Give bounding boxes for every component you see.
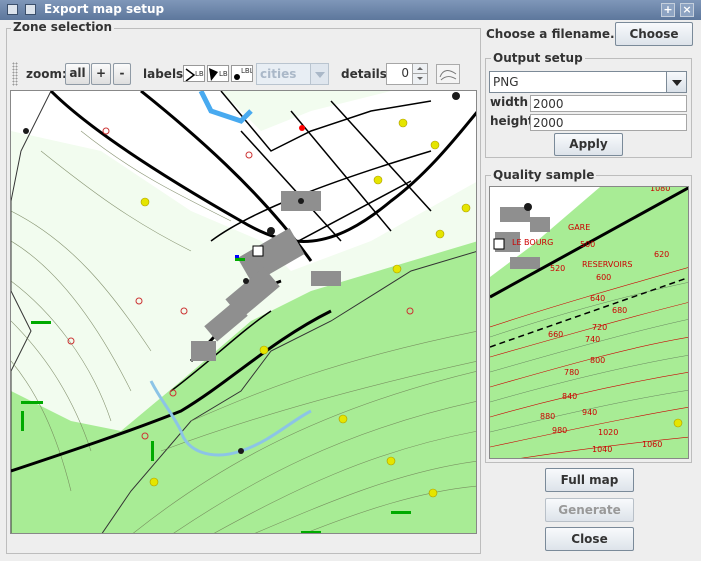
- zoom-label: zoom:: [26, 67, 67, 81]
- window-pin-icon[interactable]: [25, 4, 36, 15]
- sample-label-gare: GARE: [568, 223, 590, 232]
- label-style-outline-icon[interactable]: LBL: [183, 65, 205, 82]
- sample-label-720: 720: [592, 323, 607, 332]
- sample-label-740: 740: [585, 335, 600, 344]
- apply-button[interactable]: Apply: [554, 133, 623, 156]
- chevron-down-icon: [666, 72, 686, 92]
- toolbar-grip[interactable]: [12, 62, 18, 86]
- sample-label-840: 840: [562, 392, 577, 401]
- labels-label: labels:: [143, 67, 188, 81]
- sample-label-980: 980: [552, 426, 567, 435]
- format-value: PNG: [493, 75, 519, 89]
- filename-label: Choose a filename...: [486, 27, 624, 41]
- sample-label-1060: 1060: [642, 440, 662, 449]
- height-label: height: [490, 114, 534, 128]
- sample-label-le-bourg: LE BOURG: [512, 238, 553, 247]
- label-style-outline-text: LBL: [195, 70, 204, 78]
- label-style-dot-icon[interactable]: LBL: [231, 65, 253, 82]
- generate-button[interactable]: Generate: [545, 498, 634, 522]
- map-preview-icon[interactable]: [436, 64, 460, 84]
- window-menu-icon[interactable]: [7, 4, 18, 15]
- details-spinner[interactable]: 0: [386, 63, 428, 85]
- sample-label-640: 640: [590, 294, 605, 303]
- height-field[interactable]: 2000: [530, 114, 687, 131]
- label-style-filled-icon[interactable]: LBL: [207, 65, 229, 82]
- zoom-out-button[interactable]: -: [113, 63, 131, 85]
- width-field[interactable]: 2000: [530, 95, 687, 112]
- details-value: 0: [401, 66, 409, 80]
- sample-label-680: 680: [612, 306, 627, 315]
- sample-label-1020: 1020: [598, 428, 618, 437]
- title-bar: Export map setup + ×: [0, 0, 701, 20]
- sample-label-500: 500: [580, 240, 595, 249]
- sample-label-940: 940: [582, 408, 597, 417]
- zoom-in-button[interactable]: +: [91, 63, 111, 85]
- chevron-down-icon: [310, 64, 328, 84]
- sample-label-600: 600: [596, 273, 611, 282]
- maximize-button[interactable]: +: [661, 3, 675, 17]
- sample-label-1080: 1080: [650, 187, 670, 193]
- window-title: Export map setup: [44, 2, 165, 16]
- sample-label-reservoirs: RESERVOIRS: [582, 260, 633, 269]
- label-category-select[interactable]: cities: [256, 63, 329, 85]
- full-map-button[interactable]: Full map: [545, 468, 634, 492]
- quality-sample-map: GARE LE BOURG RESERVOIRS 500 520 600 620…: [489, 186, 689, 459]
- sample-label-620: 620: [654, 250, 669, 259]
- zone-selection-title: Zone selection: [11, 20, 115, 34]
- label-category-value: cities: [260, 67, 297, 81]
- output-setup-title: Output setup: [491, 51, 585, 65]
- label-style-filled-text: LBL: [219, 70, 228, 78]
- sample-label-880: 880: [540, 412, 555, 421]
- sample-label-800: 800: [590, 356, 605, 365]
- spinner-up-icon[interactable]: [412, 64, 427, 74]
- close-button[interactable]: Close: [545, 527, 634, 551]
- zone-map[interactable]: [10, 90, 477, 534]
- format-select[interactable]: PNG: [489, 71, 687, 93]
- quality-sample-title: Quality sample: [491, 168, 597, 182]
- sample-label-520: 520: [550, 264, 565, 273]
- close-window-button[interactable]: ×: [680, 3, 694, 17]
- spinner-down-icon[interactable]: [412, 74, 427, 84]
- sample-label-780: 780: [564, 368, 579, 377]
- width-label: width: [490, 95, 529, 109]
- details-label: details:: [341, 67, 392, 81]
- label-style-dot-text: LBL: [241, 67, 253, 75]
- choose-file-button[interactable]: Choose: [615, 22, 693, 46]
- sample-label-1040: 1040: [592, 445, 612, 454]
- sample-label-660: 660: [548, 330, 563, 339]
- zoom-all-button[interactable]: all: [65, 63, 90, 85]
